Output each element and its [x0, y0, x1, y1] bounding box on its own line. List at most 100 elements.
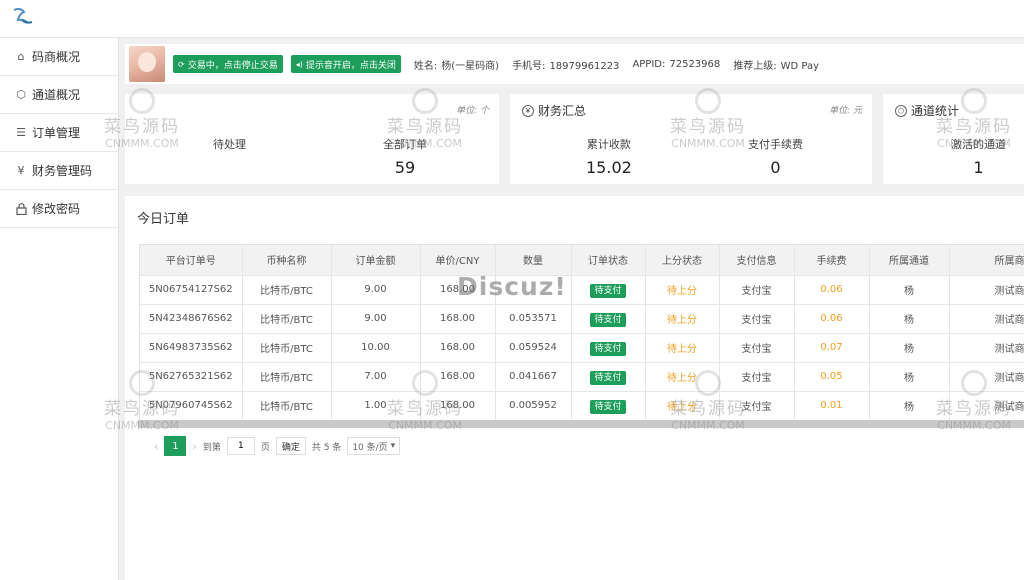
quantity: 0.059524 [495, 333, 572, 363]
page-jump-input[interactable] [226, 437, 255, 455]
payment-info: 支付宝 [719, 362, 795, 392]
sidebar-item-channel-overview[interactable]: ⬡ 通道概况 [0, 76, 118, 114]
table-row[interactable]: 5N42348676S62 比特币/BTC 9.00 168.00 0.0535… [140, 304, 1024, 334]
amount: 7.00 [331, 362, 421, 392]
goto-label: 到第 [202, 442, 221, 453]
column-header[interactable]: 手续费 [794, 245, 870, 276]
status-badge: 待支付 [590, 342, 626, 356]
order-id: 5N62765321S62 [140, 362, 243, 392]
order-status-cell: 待支付 [571, 304, 646, 334]
sidebar-item-label: 码商概况 [32, 50, 81, 64]
column-header[interactable]: 数量 [495, 245, 572, 276]
merchant: 测试商户 [949, 275, 1024, 305]
column-header[interactable]: 单价/CNY [420, 245, 496, 276]
order-status-cell: 待支付 [571, 362, 646, 392]
quantity: 0.041667 [495, 362, 572, 392]
column-header[interactable]: 订单金额 [331, 245, 421, 276]
order-status-cell: 待支付 [571, 275, 646, 305]
pagination: ‹ 1 › 到第 页 确定 共 5 条 10 条/页▾ [148, 436, 401, 456]
column-header[interactable]: 支付信息 [719, 245, 795, 276]
sidebar: ⌂ 码商概况 ⬡ 通道概况 ☰ 订单管理 ¥ 财务管理码 修改密码 [0, 38, 119, 580]
chevron-down-icon: ▾ [390, 441, 396, 451]
panel-title: 今日订单 [137, 212, 190, 227]
currency: 比特币/BTC [242, 391, 332, 420]
unit-price: 168.00 [420, 333, 496, 363]
payment-info: 支付宝 [719, 391, 795, 420]
page-size-select[interactable]: 10 条/页 ▾ [347, 437, 401, 455]
order-status-cell: 待支付 [571, 391, 646, 420]
table-row[interactable]: 5N06754127S62 比特币/BTC 9.00 168.00 待支付 待上… [140, 275, 1024, 305]
user-referrer: 推荐上级: WD Pay [733, 60, 820, 72]
fee: 0.06 [794, 275, 870, 305]
column-header[interactable]: 平台订单号 [140, 245, 243, 276]
channel: 杨 [869, 333, 950, 363]
channel-summary-card: ⬡ 通道统计 激活的通道 1 [883, 94, 1024, 184]
card-unit: 单位: 元 [829, 106, 862, 116]
order-id: 5N07960745S62 [140, 391, 243, 420]
order-id: 5N64983735S62 [140, 333, 243, 363]
user-info-bar: ⟳ 交易中，点击停止交易 ◂) 提示音开启，点击关闭 姓名: 杨(一星码商) 手机号:… [125, 44, 1024, 84]
avatar[interactable] [129, 46, 165, 82]
confirm-page-button[interactable]: 确定 [275, 437, 306, 455]
horizontal-scrollbar[interactable] [138, 420, 1024, 428]
channel: 杨 [869, 391, 950, 420]
sidebar-item-label: 财务管理码 [32, 164, 93, 178]
mute-sound-button[interactable]: ◂) 提示音开启，点击关闭 [290, 55, 401, 73]
top-bar [0, 0, 1024, 38]
page-unit-label: 页 [260, 442, 270, 453]
orders-table: 平台订单号 币种名称 订单金额 单价/CNY 数量 订单状态 上分状态 支付信息… [140, 245, 1024, 420]
list-icon: ☰ [16, 126, 26, 139]
channel: 杨 [869, 275, 950, 305]
stat-fees: 支付手续费 0 [748, 138, 803, 177]
merchant: 测试商户 [949, 391, 1024, 420]
status-badge: 待支付 [590, 400, 626, 414]
unit-price: 168.00 [420, 304, 496, 334]
sidebar-item-merchant-overview[interactable]: ⌂ 码商概况 [0, 38, 118, 76]
status-badge: 待支付 [590, 313, 626, 327]
merchant: 测试商户 [949, 362, 1024, 392]
credit-status: 待上分 [645, 391, 720, 420]
quantity [495, 275, 572, 305]
credit-status: 待上分 [645, 362, 720, 392]
card-unit: 单位: 个 [456, 106, 489, 116]
stat-pending: 待处理 [213, 138, 246, 151]
sidebar-item-change-password[interactable]: 修改密码 [0, 190, 118, 228]
cube-icon: ⬡ [16, 88, 26, 101]
card-title: ¥ 财务汇总 [522, 102, 586, 119]
sync-icon: ⟳ [178, 59, 185, 69]
sound-icon: ◂) [295, 59, 303, 69]
site-logo[interactable] [8, 4, 36, 32]
cube-icon: ⬡ [895, 104, 907, 117]
stop-trading-button[interactable]: ⟳ 交易中，点击停止交易 [173, 55, 283, 73]
channel: 杨 [869, 304, 950, 334]
total-count: 共 5 条 [311, 442, 342, 453]
column-header[interactable]: 上分状态 [645, 245, 720, 276]
table-row[interactable]: 5N62765321S62 比特币/BTC 7.00 168.00 0.0416… [140, 362, 1024, 392]
sidebar-item-label: 通道概况 [32, 88, 81, 102]
quantity: 0.005952 [495, 391, 572, 420]
home-icon: ⌂ [17, 50, 25, 63]
column-header[interactable]: 所属通道 [869, 245, 950, 276]
fee: 0.07 [794, 333, 870, 363]
merchant: 测试商户 [949, 333, 1024, 363]
lock-icon [14, 202, 28, 216]
amount: 9.00 [331, 304, 421, 334]
table-row[interactable]: 5N64983735S62 比特币/BTC 10.00 168.00 0.059… [140, 333, 1024, 363]
sidebar-item-order-management[interactable]: ☰ 订单管理 [0, 114, 118, 152]
sidebar-item-finance-management[interactable]: ¥ 财务管理码 [0, 152, 118, 190]
column-header[interactable]: 币种名称 [242, 245, 332, 276]
orders-table-wrapper[interactable]: 平台订单号 币种名称 订单金额 单价/CNY 数量 订单状态 上分状态 支付信息… [139, 244, 1024, 420]
table-row[interactable]: 5N07960745S62 比特币/BTC 1.00 168.00 0.0059… [140, 391, 1024, 420]
next-page-icon[interactable]: › [192, 440, 196, 453]
amount: 10.00 [331, 333, 421, 363]
column-header[interactable]: 所属商户 [949, 245, 1024, 276]
prev-page-icon[interactable]: ‹ [154, 440, 158, 453]
payment-info: 支付宝 [719, 304, 795, 334]
column-header[interactable]: 订单状态 [571, 245, 646, 276]
channel: 杨 [869, 362, 950, 392]
stat-active-channels: 激活的通道 1 [951, 138, 1006, 177]
quantity: 0.053571 [495, 304, 572, 334]
main-content: ⟳ 交易中，点击停止交易 ◂) 提示音开启，点击关闭 姓名: 杨(一星码商) 手机号:… [119, 38, 1024, 580]
page-number-button[interactable]: 1 [164, 436, 187, 456]
money-circle-icon: ¥ [522, 104, 534, 117]
